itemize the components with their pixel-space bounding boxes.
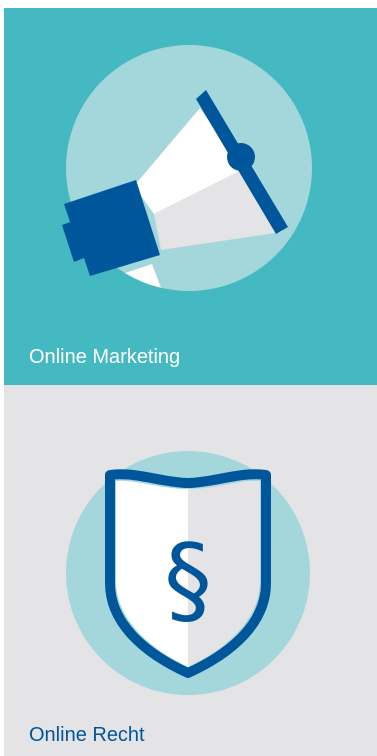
tile-label-online-recht: Online Recht [29, 724, 145, 746]
shield-paragraph-icon: § [66, 451, 310, 695]
tile-label-online-marketing: Online Marketing [29, 346, 181, 368]
paragraph-sign-icon: § [164, 524, 212, 636]
tile-online-marketing[interactable]: Online Marketing [4, 8, 377, 385]
page: Online Marketing § Online Recht [0, 0, 377, 756]
megaphone-icon [62, 45, 312, 291]
tile-online-recht[interactable]: § Online Recht [4, 385, 377, 756]
